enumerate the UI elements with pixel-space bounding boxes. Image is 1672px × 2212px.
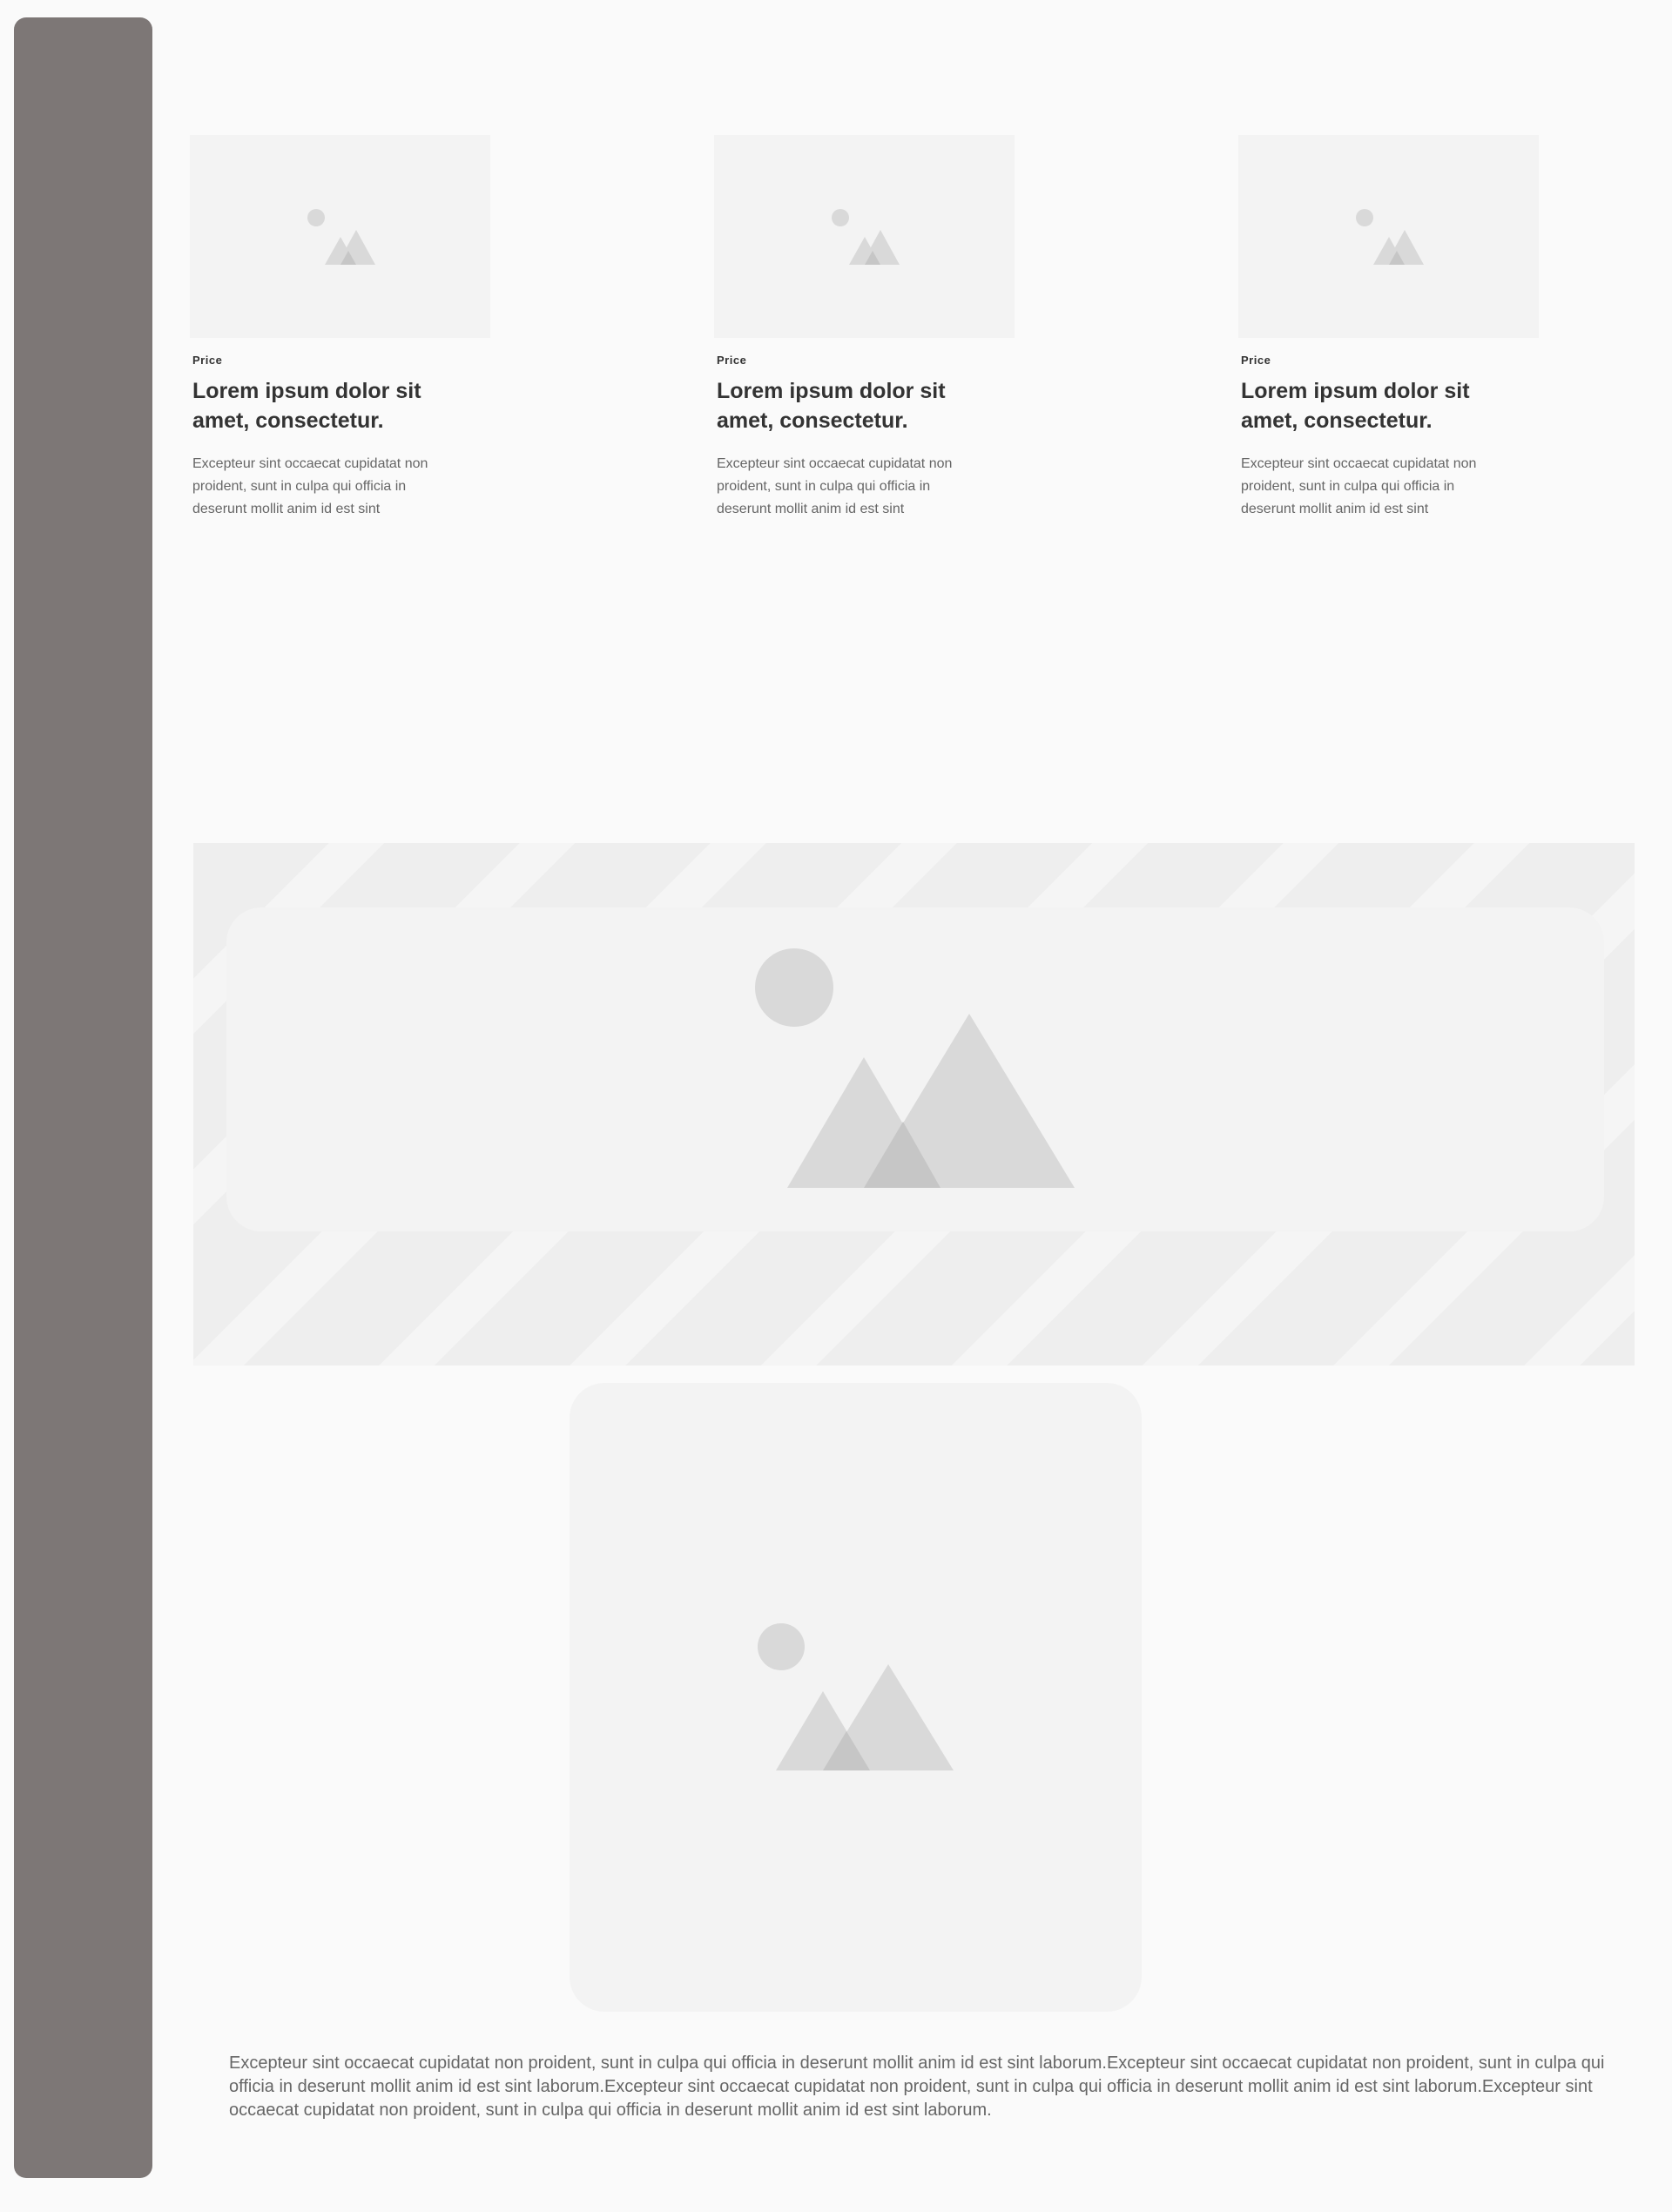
- card-description: Excepteur sint occaecat cupidatat non pr…: [717, 456, 953, 516]
- card-title[interactable]: Lorem ipsum dolor sit amet, consectetur.: [192, 376, 454, 435]
- image-placeholder-icon: [1355, 208, 1424, 265]
- card-price-label: Price: [1241, 354, 1271, 367]
- image-placeholder-icon: [755, 948, 1075, 1188]
- hero-banner: [193, 843, 1635, 1366]
- body-paragraph: Excepteur sint occaecat cupidatat non pr…: [229, 2054, 1605, 2120]
- image-placeholder-icon: [831, 208, 900, 265]
- card-image: [714, 135, 1015, 338]
- sidebar: [14, 17, 152, 2178]
- product-card[interactable]: Price Lorem ipsum dolor sit amet, consec…: [1238, 135, 1539, 521]
- product-card[interactable]: Price Lorem ipsum dolor sit amet, consec…: [714, 135, 1015, 521]
- image-placeholder-icon: [758, 1623, 954, 1770]
- card-price-label: Price: [192, 354, 223, 367]
- hero-image: [226, 907, 1604, 1231]
- image-placeholder-icon: [307, 208, 375, 265]
- product-card[interactable]: Price Lorem ipsum dolor sit amet, consec…: [190, 135, 490, 521]
- card-description: Excepteur sint occaecat cupidatat non pr…: [192, 456, 428, 516]
- card-title[interactable]: Lorem ipsum dolor sit amet, consectetur.: [717, 376, 978, 435]
- card-title[interactable]: Lorem ipsum dolor sit amet, consectetur.: [1241, 376, 1502, 435]
- card-price-label: Price: [717, 354, 747, 367]
- card-description: Excepteur sint occaecat cupidatat non pr…: [1241, 456, 1477, 516]
- card-image: [1238, 135, 1539, 338]
- card-image: [190, 135, 490, 338]
- feature-image: [570, 1383, 1142, 2012]
